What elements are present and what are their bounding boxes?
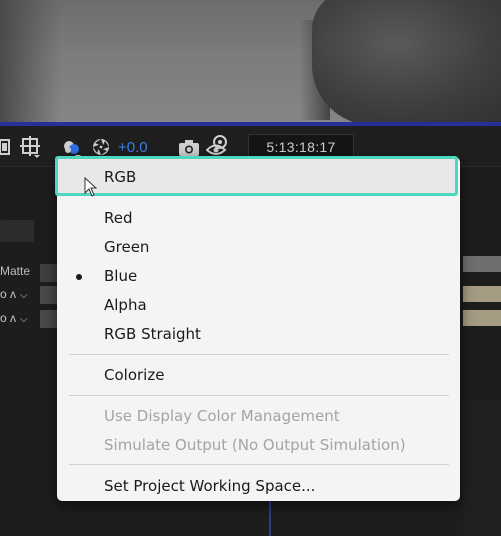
menu-separator	[69, 464, 449, 465]
composition-viewer[interactable]	[0, 0, 501, 122]
blend-mode-value: o ʌ	[0, 287, 17, 301]
menu-item-label: Simulate Output (No Output Simulation)	[104, 436, 406, 454]
time-indicator-line	[269, 500, 271, 536]
menu-item-label: RGB	[104, 168, 137, 186]
menu-item-green[interactable]: Green	[57, 234, 460, 261]
channel-icon[interactable]	[62, 136, 82, 158]
menu-item-label: Use Display Color Management	[104, 407, 340, 425]
menu-item-rgb[interactable]: RGB	[55, 156, 458, 196]
menu-item-label: Blue	[104, 267, 138, 285]
menu-item-label: Green	[104, 238, 150, 256]
channel-dropdown-menu: Red Green Blue Alpha RGB Straight Colori…	[57, 157, 460, 501]
mouse-cursor-icon	[84, 176, 98, 201]
blend-mode-select[interactable]: o ʌ ⌵	[0, 311, 36, 327]
menu-item-set-project-working-space[interactable]: Set Project Working Space...	[57, 473, 460, 500]
reset-exposure-icon[interactable]	[91, 137, 111, 157]
exposure-value[interactable]: +0.0	[118, 139, 148, 156]
viewer-image-towel	[312, 0, 501, 122]
snapshot-icon[interactable]	[178, 139, 200, 157]
menu-item-red[interactable]: Red	[57, 205, 460, 232]
show-snapshot-icon[interactable]	[206, 135, 230, 157]
menu-item-alpha[interactable]: Alpha	[57, 292, 460, 319]
menu-item-label: RGB Straight	[104, 325, 201, 343]
grid-guides-icon[interactable]	[20, 136, 42, 158]
chevron-down-icon: ⌵	[20, 290, 28, 301]
track-matte-label: Matte	[0, 264, 31, 278]
menu-item-label: Red	[104, 209, 133, 227]
selected-bullet-icon	[76, 274, 82, 280]
chevron-down-icon: ⌵	[20, 314, 28, 325]
layer-bar-right[interactable]	[463, 286, 501, 302]
menu-item-rgb-straight[interactable]: RGB Straight	[57, 321, 460, 348]
menu-item-colorize[interactable]: Colorize	[57, 362, 460, 389]
blend-mode-select[interactable]: o ʌ ⌵	[0, 287, 36, 303]
menu-item-label: Colorize	[104, 366, 165, 384]
layer-bar-right[interactable]	[463, 310, 501, 326]
menu-item-label: Alpha	[104, 296, 147, 314]
side-panel	[463, 400, 501, 536]
viewer-shadow	[0, 0, 60, 122]
menu-item-label: Set Project Working Space...	[104, 477, 316, 495]
menu-separator	[69, 395, 449, 396]
menu-item-use-display-color-management: Use Display Color Management	[57, 403, 460, 430]
blend-mode-value: o ʌ	[0, 311, 17, 325]
search-field[interactable]	[0, 220, 34, 242]
menu-item-blue[interactable]: Blue	[57, 263, 460, 290]
fast-previews-icon[interactable]	[0, 139, 10, 155]
layer-bar-right[interactable]	[463, 256, 501, 272]
menu-separator	[69, 354, 449, 355]
menu-item-simulate-output: Simulate Output (No Output Simulation)	[57, 432, 460, 459]
